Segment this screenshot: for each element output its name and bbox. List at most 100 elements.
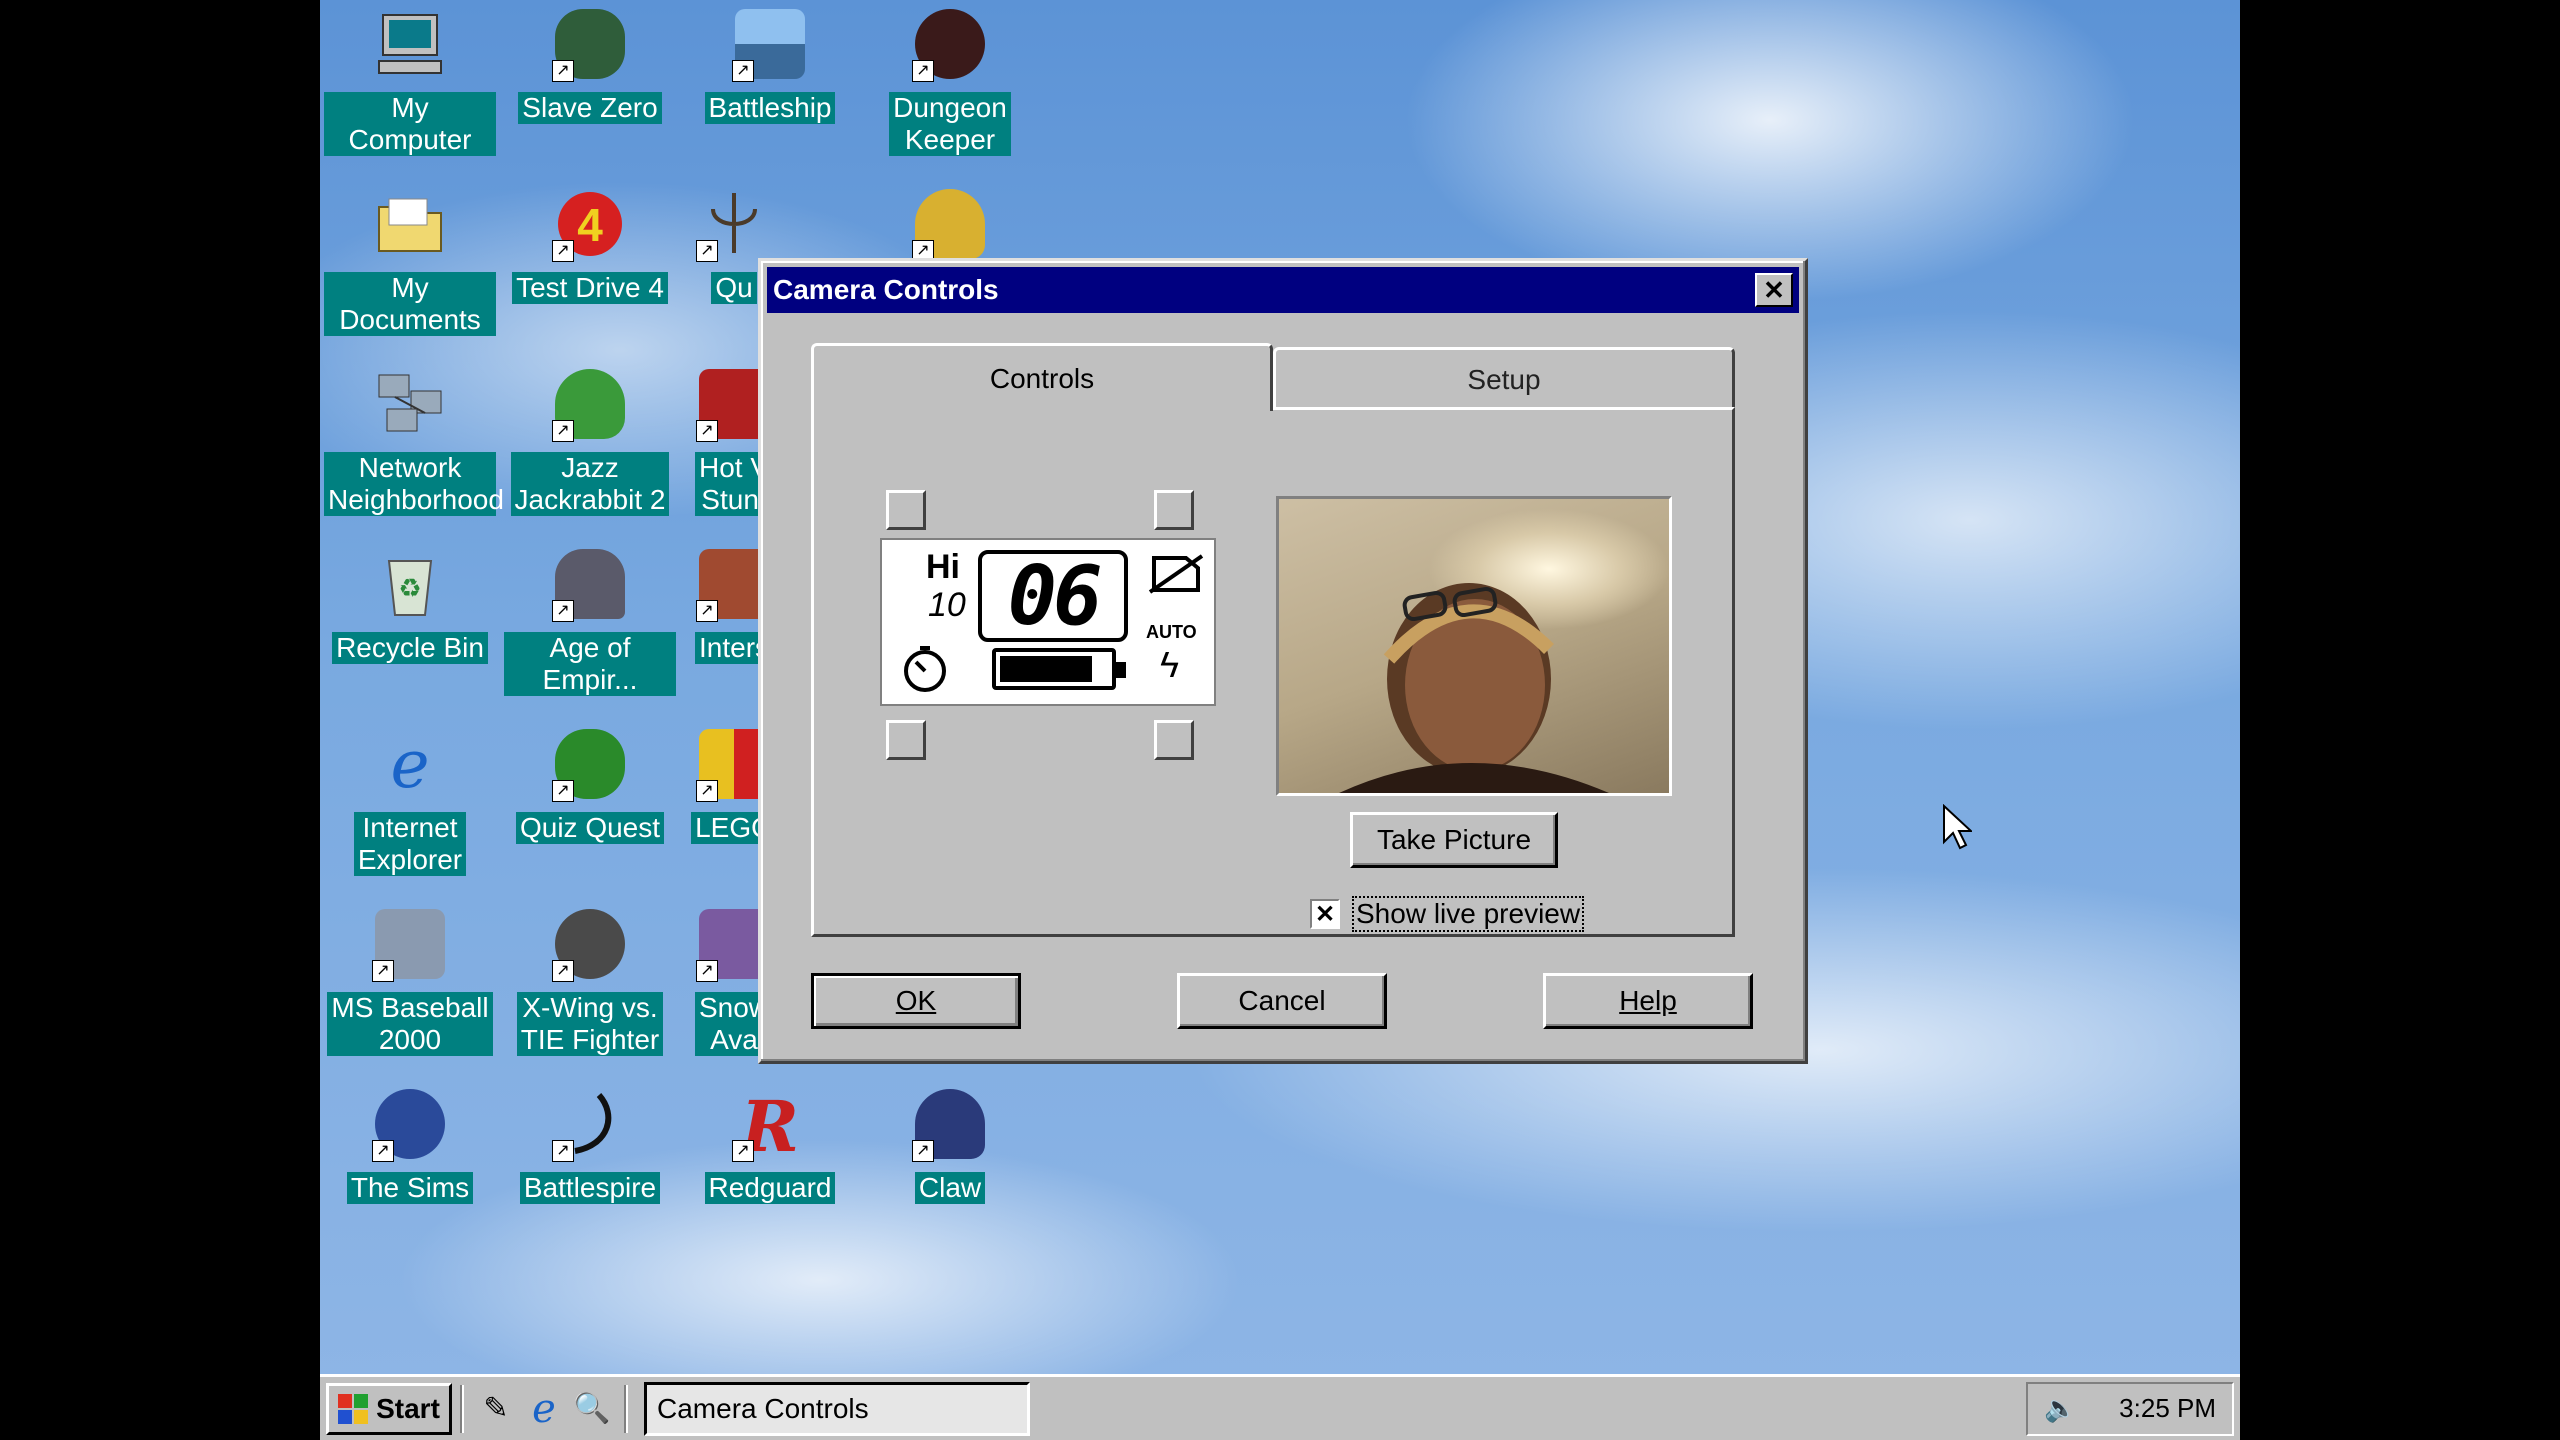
ship-icon: ↗ bbox=[730, 4, 810, 84]
desktop-icon-claw[interactable]: ↗ Claw bbox=[864, 1084, 1036, 1204]
recycle-bin-icon: ♻ bbox=[370, 544, 450, 624]
volume-icon[interactable]: 🔈 bbox=[2044, 1393, 2076, 1424]
flash-mode: AUTO bbox=[1146, 622, 1197, 642]
desktop-icon-jazz-jackrabbit[interactable]: ↗ Jazz Jackrabbit 2 bbox=[504, 364, 676, 516]
icon-label: Jazz Jackrabbit 2 bbox=[510, 452, 670, 516]
camera-button-top-left[interactable] bbox=[886, 490, 926, 530]
help-button[interactable]: Help bbox=[1543, 973, 1753, 1029]
test-drive-icon: 4 ↗ bbox=[550, 184, 630, 264]
quick-launch-ie[interactable]: e bbox=[520, 1385, 568, 1433]
battery-level bbox=[1000, 656, 1092, 682]
folder-icon bbox=[370, 184, 450, 264]
desktop-icon-xwing[interactable]: ↗ X-Wing vs. TIE Fighter bbox=[504, 904, 676, 1056]
ok-button[interactable]: OK bbox=[811, 973, 1021, 1029]
cancel-button-label: Cancel bbox=[1238, 985, 1326, 1016]
icon-label: Redguard bbox=[704, 1172, 836, 1204]
sims-icon: ↗ bbox=[370, 1084, 450, 1164]
computer-icon bbox=[370, 4, 450, 84]
helmet-icon: ↗ bbox=[550, 544, 630, 624]
desktop-icon-battleship[interactable]: ↗ Battleship bbox=[684, 4, 856, 124]
taskbar-separator bbox=[460, 1384, 464, 1433]
close-button[interactable]: ✕ bbox=[1755, 273, 1793, 307]
desktop-icon-my-computer[interactable]: My Computer bbox=[324, 4, 496, 156]
icon-label: Battlespire bbox=[519, 1172, 661, 1204]
desktop-icon-my-documents[interactable]: My Documents bbox=[324, 184, 496, 336]
camera-button-bottom-right[interactable] bbox=[1154, 720, 1194, 760]
desktop-icon-battlespire[interactable]: ↗ Battlespire bbox=[504, 1084, 676, 1204]
close-icon: ✕ bbox=[1763, 274, 1785, 305]
quick-launch-edit[interactable]: ✎ bbox=[472, 1385, 520, 1433]
camera-button-bottom-left[interactable] bbox=[886, 720, 926, 760]
task-label: Camera Controls bbox=[657, 1392, 869, 1424]
icon-label: Quiz Quest bbox=[515, 812, 665, 844]
checkmark-icon: ✕ bbox=[1314, 900, 1336, 928]
desktop-icon-c3po[interactable]: ↗ bbox=[864, 184, 1036, 264]
battery-icon bbox=[992, 648, 1126, 690]
icon-label: Internet Explorer bbox=[353, 812, 467, 876]
baseball-icon: ↗ bbox=[370, 904, 450, 984]
icon-label: MS Baseball 2000 bbox=[327, 992, 493, 1056]
icon-label: Dungeon Keeper bbox=[889, 92, 1011, 156]
start-button[interactable]: Start bbox=[326, 1382, 452, 1435]
resolution-indicator: 10 bbox=[928, 586, 966, 624]
camera-button-top-right[interactable] bbox=[1154, 490, 1194, 530]
icon-label: Network Neighborhood bbox=[324, 452, 504, 516]
droid-icon: ↗ bbox=[910, 184, 990, 264]
windows-logo-icon bbox=[338, 1393, 369, 1424]
explorer-icon: 🔍 bbox=[573, 1392, 611, 1425]
desktop-icon-slave-zero[interactable]: ↗ Slave Zero bbox=[504, 4, 676, 124]
icon-label: The Sims bbox=[346, 1172, 474, 1204]
desktop-icon-internet-explorer[interactable]: e Internet Explorer bbox=[324, 724, 496, 876]
mouse-cursor-icon bbox=[1943, 804, 1972, 850]
taskbar-separator bbox=[624, 1384, 628, 1433]
dialog-titlebar[interactable]: Camera Controls ✕ bbox=[767, 267, 1799, 313]
show-live-preview-checkbox-row[interactable]: ✕ Show live preview bbox=[1310, 896, 1585, 932]
alien-icon: ↗ bbox=[550, 724, 630, 804]
show-live-preview-checkbox[interactable]: ✕ bbox=[1310, 899, 1340, 929]
taskbar-button-camera-controls[interactable]: Camera Controls bbox=[644, 1381, 1030, 1436]
show-live-preview-label[interactable]: Show live preview bbox=[1352, 896, 1585, 932]
svg-text:♻: ♻ bbox=[398, 573, 421, 603]
desktop-icon-the-sims[interactable]: ↗ The Sims bbox=[324, 1084, 496, 1204]
picture-counter: 06 bbox=[978, 548, 1128, 644]
ie-icon: e bbox=[532, 1385, 556, 1432]
network-icon bbox=[370, 364, 450, 444]
desktop-icon-ms-baseball[interactable]: ↗ MS Baseball 2000 bbox=[324, 904, 496, 1056]
picture-count: 06 bbox=[1007, 548, 1103, 644]
icon-label: Battleship bbox=[704, 92, 836, 124]
clock[interactable]: 3:25 PM bbox=[2119, 1393, 2216, 1424]
desktop-icon-redguard[interactable]: R ↗ Redguard bbox=[684, 1084, 856, 1204]
quick-launch-explorer[interactable]: 🔍 bbox=[568, 1385, 616, 1433]
quake-icon: ↗ bbox=[694, 184, 774, 264]
desktop-icon-test-drive-4[interactable]: 4 ↗ Test Drive 4 bbox=[504, 184, 676, 304]
camera-controls-dialog: Camera Controls ✕ Controls Setup Hi 10 0… bbox=[758, 258, 1808, 1064]
system-tray: 🔈 3:25 PM bbox=[2026, 1381, 2234, 1436]
claw-icon: ↗ bbox=[910, 1084, 990, 1164]
take-picture-button[interactable]: Take Picture bbox=[1350, 812, 1558, 868]
icon-label: My Computer bbox=[324, 92, 496, 156]
desktop-icon-dungeon-keeper[interactable]: ↗ Dungeon Keeper bbox=[864, 4, 1036, 156]
icon-label: My Documents bbox=[324, 272, 496, 336]
no-card-icon bbox=[1148, 554, 1204, 594]
desktop: My Computer My Documents Network Neighbo… bbox=[320, 0, 2240, 1440]
battlespire-icon: ↗ bbox=[550, 1084, 630, 1164]
icon-label: X-Wing vs. TIE Fighter bbox=[516, 992, 664, 1056]
desktop-icon-network-neighborhood[interactable]: Network Neighborhood bbox=[324, 364, 504, 516]
cancel-button[interactable]: Cancel bbox=[1177, 973, 1387, 1029]
desktop-icon-age-of-empires[interactable]: ↗ Age of Empir... bbox=[504, 544, 676, 696]
tab-setup[interactable]: Setup bbox=[1273, 347, 1735, 409]
live-preview-image bbox=[1276, 496, 1672, 796]
icon-label: Recycle Bin bbox=[332, 632, 488, 664]
demon-icon: ↗ bbox=[910, 4, 990, 84]
ie-icon: e bbox=[370, 724, 450, 804]
desktop-icon-recycle-bin[interactable]: ♻ Recycle Bin bbox=[324, 544, 496, 664]
edit-icon: ✎ bbox=[483, 1392, 509, 1425]
icon-label: Claw bbox=[914, 1172, 986, 1204]
start-label: Start bbox=[376, 1392, 440, 1424]
help-button-label: Help bbox=[1619, 985, 1677, 1016]
tab-controls[interactable]: Controls bbox=[811, 343, 1273, 411]
controls-panel: Hi 10 06 AUTO ϟ Take Picture ✕ Show live… bbox=[811, 407, 1735, 937]
ok-button-label: OK bbox=[895, 985, 937, 1016]
dialog-title: Camera Controls bbox=[773, 274, 999, 305]
desktop-icon-quiz-quest[interactable]: ↗ Quiz Quest bbox=[504, 724, 676, 844]
